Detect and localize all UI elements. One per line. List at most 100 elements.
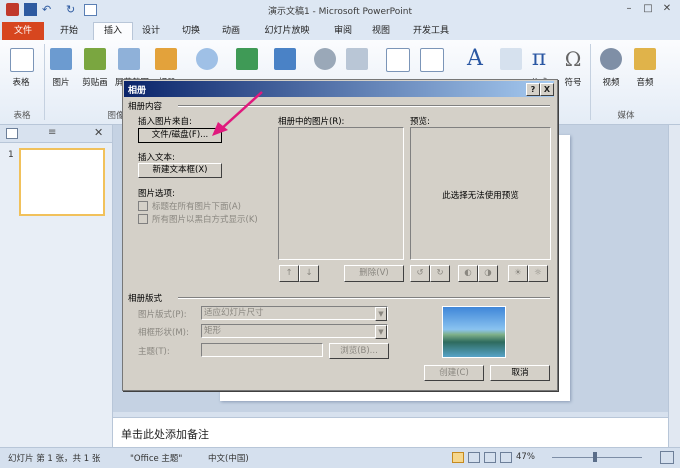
chart-icon[interactable]	[274, 48, 296, 70]
tab-developer[interactable]: 开发工具	[406, 23, 456, 40]
outline-tab-icon[interactable]: ≡	[48, 127, 56, 138]
dialog-title: 相册	[128, 83, 146, 96]
move-up-button[interactable]: ↑	[279, 265, 299, 282]
symbol-icon[interactable]: Ω	[562, 48, 584, 70]
dialog-close-button[interactable]: X	[540, 83, 554, 96]
tab-design[interactable]: 设计	[134, 23, 168, 40]
blackwhite-checkbox[interactable]	[138, 214, 148, 224]
table-button[interactable]: 表格	[0, 76, 42, 88]
screenshot-icon[interactable]	[118, 48, 140, 70]
separator	[590, 44, 591, 120]
sorter-view-icon[interactable]	[468, 452, 480, 463]
theme-label: 主题(T):	[138, 345, 170, 357]
captions-checkbox[interactable]	[138, 201, 148, 211]
zoom-level[interactable]: 47%	[516, 452, 535, 462]
vertical-scrollbar[interactable]	[668, 125, 680, 447]
audio-button[interactable]: 音频	[628, 76, 662, 88]
language[interactable]: 中文(中国)	[208, 452, 249, 464]
section-content-label: 相册内容	[128, 100, 162, 112]
picture-icon[interactable]	[50, 48, 72, 70]
picture-layout-label: 图片版式(P):	[138, 308, 187, 320]
maximize-button[interactable]: □	[639, 2, 657, 16]
picture-options-label: 图片选项:	[138, 187, 175, 199]
picture-layout-select[interactable]: 适应幻灯片尺寸	[201, 306, 388, 320]
help-button[interactable]: ?	[526, 83, 540, 96]
symbol-button[interactable]: 符号	[556, 76, 590, 88]
notes-placeholder[interactable]: 单击此处添加备注	[121, 426, 209, 442]
window-title: 演示文稿1 - Microsoft PowerPoint	[0, 4, 680, 17]
frame-shape-label: 相框形状(M):	[138, 326, 189, 338]
pane-tabs: ≡ ✕	[0, 125, 112, 143]
dialog-title-bar	[124, 81, 554, 97]
preview-label: 预览:	[410, 115, 430, 127]
section-layout-label: 相册版式	[128, 292, 162, 304]
tab-review[interactable]: 审阅	[326, 23, 360, 40]
clipart-button[interactable]: 剪贴画	[78, 76, 112, 88]
tab-view[interactable]: 视图	[364, 23, 398, 40]
date-time-icon[interactable]	[500, 48, 522, 70]
slideshow-view-icon[interactable]	[500, 452, 512, 463]
contrast-up-button[interactable]: ◐	[458, 265, 478, 282]
contrast-down-button[interactable]: ◑	[478, 265, 498, 282]
slide-thumbnail[interactable]	[19, 148, 105, 216]
zoom-slider-thumb[interactable]	[593, 452, 597, 462]
create-button[interactable]: 创建(C)	[424, 365, 484, 381]
reading-view-icon[interactable]	[484, 452, 496, 463]
cancel-button[interactable]: 取消	[490, 365, 550, 381]
fit-window-icon[interactable]	[660, 451, 674, 464]
slide-number: 1	[8, 150, 14, 160]
title-bar: ↶ ↻ 演示文稿1 - Microsoft PowerPoint – □ ✕	[0, 0, 680, 21]
remove-button[interactable]: 删除(V)	[344, 265, 404, 282]
action-icon[interactable]	[346, 48, 368, 70]
brightness-down-button[interactable]: ☼	[528, 265, 548, 282]
rotate-right-button[interactable]: ↻	[430, 265, 450, 282]
pictures-list[interactable]	[278, 127, 404, 260]
tab-slideshow[interactable]: 幻灯片放映	[256, 23, 318, 40]
shapes-icon[interactable]	[196, 48, 218, 70]
video-icon[interactable]	[600, 48, 622, 70]
insert-from-label: 插入图片来自:	[138, 115, 192, 127]
insert-text-label: 插入文本:	[138, 151, 175, 163]
clipart-icon[interactable]	[84, 48, 106, 70]
browse-button[interactable]: 浏览(B)...	[329, 343, 389, 359]
tab-transitions[interactable]: 切换	[174, 23, 208, 40]
close-pane-icon[interactable]: ✕	[94, 126, 103, 139]
group-label-table: 表格	[0, 109, 44, 121]
frame-shape-dropdown-icon[interactable]: ▼	[375, 325, 387, 339]
group-label-media: 媒体	[606, 109, 646, 121]
picture-layout-dropdown-icon[interactable]: ▼	[375, 307, 387, 321]
annotation-arrow	[200, 88, 270, 138]
new-textbox-button[interactable]: 新建文本框(X)	[138, 163, 222, 178]
tab-file[interactable]: 文件	[2, 22, 44, 40]
divider	[178, 297, 550, 299]
hyperlink-icon[interactable]	[314, 48, 336, 70]
captions-option-label: 标题在所有图片下面(A)	[152, 200, 241, 212]
close-window-button[interactable]: ✕	[658, 2, 676, 16]
layout-preview-image	[442, 306, 506, 358]
header-footer-icon[interactable]	[420, 48, 444, 72]
tab-animations[interactable]: 动画	[214, 23, 248, 40]
zoom-slider[interactable]	[552, 457, 642, 458]
frame-shape-select[interactable]: 矩形	[201, 324, 388, 338]
video-button[interactable]: 视频	[594, 76, 628, 88]
slides-tab-icon[interactable]	[6, 128, 18, 139]
tab-home[interactable]: 开始	[52, 23, 86, 40]
rotate-left-button[interactable]: ↺	[410, 265, 430, 282]
textbox-icon[interactable]	[386, 48, 410, 72]
photo-album-icon[interactable]	[155, 48, 177, 70]
equation-icon[interactable]: π	[528, 48, 550, 70]
normal-view-icon[interactable]	[452, 452, 464, 463]
smartart-icon[interactable]	[236, 48, 258, 70]
minimize-button[interactable]: –	[620, 2, 638, 16]
brightness-up-button[interactable]: ☀	[508, 265, 528, 282]
slide-info: 幻灯片 第 1 张，共 1 张	[8, 452, 100, 464]
wordart-icon[interactable]: A	[464, 48, 486, 70]
theme-input[interactable]	[201, 343, 323, 357]
audio-icon[interactable]	[634, 48, 656, 70]
move-down-button[interactable]: ↓	[299, 265, 319, 282]
picture-button[interactable]: 图片	[44, 76, 78, 88]
preview-message: 此选择无法使用预览	[410, 189, 551, 201]
tab-insert[interactable]: 插入	[93, 22, 133, 41]
table-icon[interactable]	[10, 48, 34, 72]
theme-name: "Office 主题"	[130, 452, 182, 464]
